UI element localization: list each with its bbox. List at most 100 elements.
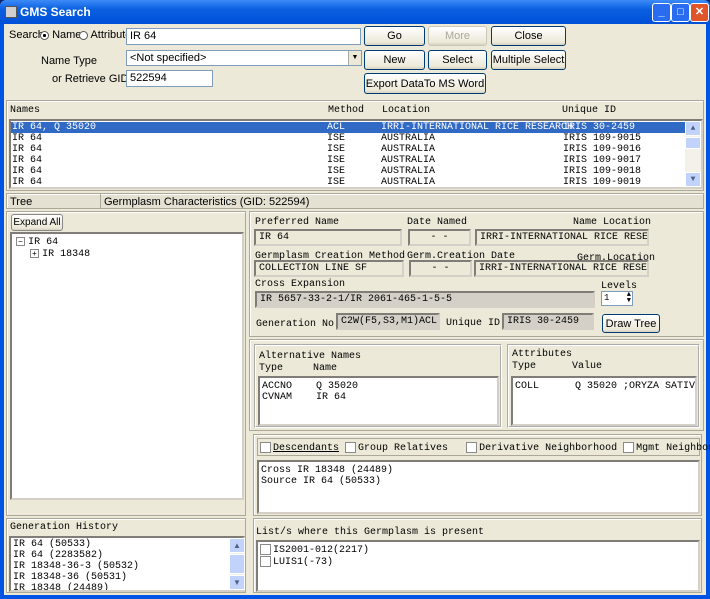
neighborhood-output[interactable]: Cross IR 18348 (24489) Source IR 64 (5053… <box>257 460 700 514</box>
cross-expansion-label: Cross Expansion <box>255 279 346 290</box>
results-list[interactable]: IR 64, Q 35020 ACL IRRI-INTERNATIONAL RICE… <box>9 119 703 189</box>
lists-list[interactable]: IS2001-012(2217) LUIS1(-73) <box>256 540 700 592</box>
generation-history-item[interactable]: IR 18348 (24489) <box>13 583 241 590</box>
germ-location-field[interactable]: IRRI-INTERNATIONAL RICE RESEARC <box>474 260 649 277</box>
minimize-button[interactable]: _ <box>652 3 671 22</box>
list-item-checkbox[interactable] <box>260 556 271 568</box>
col-unique-id: Unique ID <box>562 105 617 116</box>
alt-name-value: IR 64 <box>316 392 347 403</box>
generation-history-item[interactable]: IR 18348-36 (50531) <box>13 572 241 583</box>
result-name: IR 64, Q 35020 <box>12 122 97 133</box>
name-type-value: <Not specified> <box>130 52 207 64</box>
maximize-button[interactable]: □ <box>671 3 690 22</box>
result-row[interactable]: IR 64 ISE AUSTRALIA IRIS 109-9015 <box>11 133 685 144</box>
scroll-up-icon[interactable]: ▲ <box>685 121 701 136</box>
title-bar: GMS Search _ □ ✕ <box>0 0 710 24</box>
result-row[interactable]: IR 64 ISE AUSTRALIA IRIS 109-9018 <box>11 166 685 177</box>
tree-node-child[interactable]: + IR 18348 <box>30 247 90 260</box>
group-relatives-checkbox[interactable]: Group Relatives <box>345 442 448 454</box>
results-scrollbar[interactable]: ▲ ▼ <box>685 121 701 187</box>
mgmt-neighborhood-checkbox[interactable]: Mgmt Neighborhood <box>623 442 710 454</box>
result-unique-id: IRIS 109-9015 <box>563 133 642 144</box>
list-item-label: LUIS1(-73) <box>273 557 334 569</box>
cross-expansion-field[interactable]: IR 5657-33-2-1/IR 2061-465-1-5-5 <box>255 291 595 308</box>
result-row[interactable]: IR 64, Q 35020 ACL IRRI-INTERNATIONAL RICE… <box>11 122 685 133</box>
col-location: Location <box>382 105 431 116</box>
preferred-name-field[interactable]: IR 64 <box>254 229 402 246</box>
radio-attribute[interactable]: Attribute <box>79 29 131 41</box>
go-button[interactable]: Go <box>364 26 425 46</box>
unique-id-field[interactable]: IRIS 30-2459 <box>502 313 594 330</box>
search-input[interactable]: IR 64 <box>126 28 361 45</box>
scroll-down-icon[interactable]: ▼ <box>229 575 245 590</box>
derivative-neighborhood-checkbox[interactable]: Derivative Neighborhood <box>466 442 618 455</box>
alt-name-row[interactable]: CVNAM IR 64 <box>262 392 495 403</box>
close-window-button[interactable]: ✕ <box>690 3 709 22</box>
select-button[interactable]: Select <box>428 50 487 70</box>
app-icon <box>5 6 17 18</box>
result-location: AUSTRALIA <box>381 166 436 177</box>
tree-panel: Expand All − IR 64 + IR 18348 <box>6 211 246 516</box>
alt-name-row[interactable]: ACCNO Q 35020 <box>262 381 495 392</box>
name-type-select[interactable]: <Not specified> ▼ <box>126 50 362 66</box>
scroll-thumb[interactable] <box>229 554 245 574</box>
creation-method-field[interactable]: COLLECTION LINE SF <box>254 260 404 277</box>
scroll-down-icon[interactable]: ▼ <box>685 172 701 187</box>
generation-field[interactable]: C2W(F5,S3,M1)ACL <box>336 313 440 330</box>
generation-history-item[interactable]: IR 64 (2283582) <box>13 550 241 561</box>
preferred-name-label: Preferred Name <box>255 217 340 228</box>
attributes-list[interactable]: COLL Q 35020 ;ORYZA SATIVA <box>511 376 697 426</box>
multiple-select-button[interactable]: Multiple Select <box>491 50 566 70</box>
expand-all-button[interactable]: Expand All <box>11 214 63 231</box>
draw-tree-button[interactable]: Draw Tree <box>602 314 660 333</box>
result-unique-id: IRIS 109-9017 <box>563 155 642 166</box>
creation-date-field[interactable]: - - <box>409 260 472 277</box>
new-button[interactable]: New <box>364 50 425 70</box>
alt-name-value: Q 35020 <box>316 381 359 392</box>
generation-history-scrollbar[interactable]: ▲ ▼ <box>229 538 245 590</box>
radio-name[interactable]: Name <box>40 29 81 41</box>
export-word-button[interactable]: Export DataTo MS Word <box>364 73 486 94</box>
gid-label: or Retrieve GID <box>52 73 129 85</box>
tree-view[interactable]: − IR 64 + IR 18348 <box>10 232 244 500</box>
close-button[interactable]: Close <box>491 26 566 46</box>
name-type-label: Name Type <box>41 55 98 67</box>
list-item-checkbox[interactable] <box>260 544 271 555</box>
alt-names-title: Alternative Names <box>259 351 362 362</box>
collapse-icon[interactable]: − <box>16 237 25 246</box>
levels-spinner[interactable]: 1 ▲ ▼ <box>601 291 633 306</box>
result-location: AUSTRALIA <box>381 155 436 166</box>
name-location-field[interactable]: IRRI-INTERNATIONAL RICE RESEARC <box>475 229 649 246</box>
descendants-checkbox[interactable]: Descendants <box>260 442 339 454</box>
list-item-label: IS2001-012(2217) <box>273 545 370 557</box>
scroll-up-icon[interactable]: ▲ <box>229 538 245 553</box>
chevron-down-icon[interactable]: ▼ <box>348 51 361 65</box>
tab-tree[interactable]: Tree <box>10 196 32 208</box>
derivative-label: Derivative Neighborhood <box>479 443 618 455</box>
list-item[interactable]: IS2001-012(2217) <box>260 544 696 556</box>
generation-history-item[interactable]: IR 18348-36-3 (50532) <box>13 561 241 572</box>
date-named-field[interactable]: - - <box>408 229 471 246</box>
tab-characteristics[interactable]: Germplasm Characteristics (GID: 522594) <box>104 196 309 208</box>
generation-history-item[interactable]: IR 64 (50533) <box>13 539 241 550</box>
unique-id-label: Unique ID <box>446 318 501 329</box>
gid-input[interactable]: 522594 <box>126 70 213 87</box>
spinner-arrows-icon[interactable]: ▲ ▼ <box>627 292 631 305</box>
generation-history-list[interactable]: IR 64 (50533) IR 64 (2283582) IR 18348-36-… <box>9 536 245 592</box>
alt-names-col-type: Type <box>259 363 284 374</box>
result-row[interactable]: IR 64 ISE AUSTRALIA IRIS 109-9017 <box>11 155 685 166</box>
alt-names-col-name: Name <box>313 363 338 374</box>
generation-history-title: Generation History <box>10 522 119 533</box>
result-unique-id: IRIS 109-9018 <box>563 166 642 177</box>
expand-icon[interactable]: + <box>30 249 39 258</box>
result-row[interactable]: IR 64 ISE AUSTRALIA IRIS 109-9016 <box>11 144 685 155</box>
results-header: Names Method Location Unique ID <box>10 105 700 117</box>
list-item[interactable]: LUIS1(-73) <box>260 556 696 568</box>
more-button[interactable]: More <box>428 26 487 46</box>
levels-value: 1 <box>604 293 610 303</box>
scroll-thumb[interactable] <box>685 137 701 149</box>
alt-names-list[interactable]: ACCNO Q 35020 CVNAM IR 64 <box>258 376 499 426</box>
attribute-row[interactable]: COLL Q 35020 ;ORYZA SATIVA <box>515 381 695 392</box>
result-row[interactable]: IR 64 ISE AUSTRALIA IRIS 109-9019 <box>11 177 685 187</box>
result-method: ISE <box>327 155 346 166</box>
